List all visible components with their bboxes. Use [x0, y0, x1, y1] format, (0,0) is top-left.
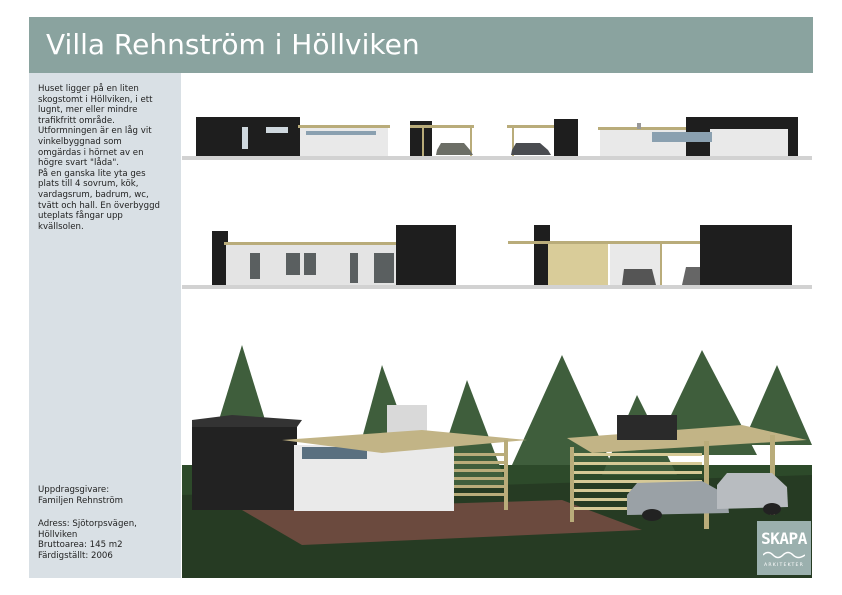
logo-subtitle: ARKITEKTER	[764, 563, 804, 568]
skapa-logo: SKAPA ARKITEKTER	[757, 521, 811, 575]
elevation-row-2	[182, 225, 812, 289]
info-sidebar: Huset ligger på en liten skogstomt i Höl…	[29, 73, 181, 578]
title-bar: Villa Rehnström i Höllviken	[29, 17, 813, 73]
completed-label: Färdigställt:	[38, 550, 89, 561]
area-label: Bruttoarea:	[38, 540, 87, 551]
elevation-row-1	[182, 117, 812, 160]
logo-name: SKAPA	[761, 529, 807, 548]
wave-icon	[763, 551, 805, 559]
perspective-render	[182, 335, 812, 578]
page-title: Villa Rehnström i Höllviken	[46, 28, 420, 61]
client-value: Familjen Rehnström	[38, 495, 124, 506]
area-value: 145 m2	[89, 540, 123, 551]
project-description: Huset ligger på en liten skogstomt i Höl…	[38, 84, 160, 232]
address-label: Adress:	[38, 519, 70, 529]
client-label: Uppdragsgivare:	[38, 485, 110, 495]
project-facts: Adress: Sjötorpsvägen, Höllviken Bruttoa…	[38, 519, 178, 561]
client-info: Uppdragsgivare: Familjen Rehnström	[38, 485, 178, 506]
completed-value: 2006	[91, 550, 113, 561]
